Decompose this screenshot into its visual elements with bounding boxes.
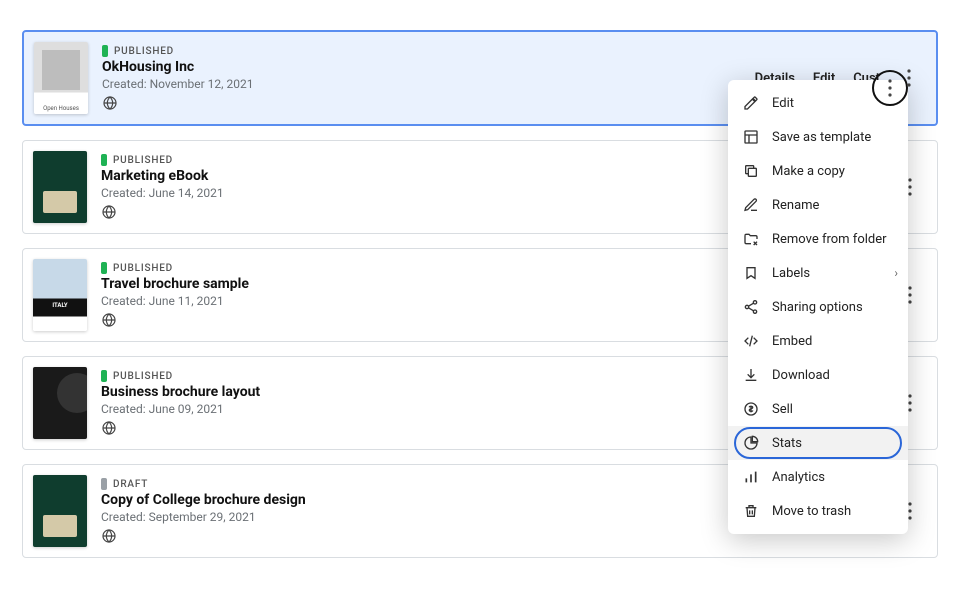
status-label: PUBLISHED [114,46,174,57]
status-label: DRAFT [113,479,148,490]
thumbnail[interactable] [33,475,87,547]
menu-item-label: Sell [772,402,793,417]
publication-title[interactable]: OkHousing Inc [102,59,755,75]
publication-title[interactable]: Travel brochure sample [101,276,756,292]
created-date: Created: June 11, 2021 [101,294,756,308]
stats-icon [742,434,760,452]
created-date: Created: June 09, 2021 [101,402,756,416]
template-icon [742,128,760,146]
status-pill [101,370,107,382]
menu-item-download[interactable]: Download [728,358,908,392]
menu-item-label: Edit [772,96,794,111]
menu-item-label: Stats [772,436,802,451]
status-pill [101,262,107,274]
menu-item-label: Analytics [772,470,825,485]
thumbnail[interactable] [33,367,87,439]
globe-icon [101,420,117,436]
edit-icon [742,94,760,112]
remove-folder-icon [742,230,760,248]
menu-item-copy[interactable]: Make a copy [728,154,908,188]
status-pill [101,154,107,166]
menu-item-analytics[interactable]: Analytics [728,460,908,494]
menu-item-label: Download [772,368,830,383]
analytics-icon [742,468,760,486]
rename-icon [742,196,760,214]
status-pill [102,45,108,57]
menu-item-label: Embed [772,334,812,349]
globe-icon [101,204,117,220]
menu-item-label: Save as template [772,130,871,145]
created-date: Created: June 14, 2021 [101,186,756,200]
publication-title[interactable]: Marketing eBook [101,168,756,184]
row-info: PUBLISHED Travel brochure sample Created… [101,262,756,328]
publication-title[interactable]: Business brochure layout [101,384,756,400]
menu-item-label: Move to trash [772,504,851,519]
row-info: DRAFT Copy of College brochure design Cr… [101,478,756,544]
status-pill [101,478,107,490]
thumbnail[interactable] [34,42,88,114]
embed-icon [742,332,760,350]
thumbnail[interactable] [33,151,87,223]
row-info: PUBLISHED Business brochure layout Creat… [101,370,756,436]
publication-title[interactable]: Copy of College brochure design [101,492,756,508]
menu-item-sell[interactable]: Sell [728,392,908,426]
globe-icon [101,528,117,544]
created-date: Created: September 29, 2021 [101,510,756,524]
menu-item-label: Rename [772,198,819,213]
menu-item-label: Labels [772,266,810,281]
menu-item-trash[interactable]: Move to trash [728,494,908,528]
menu-item-embed[interactable]: Embed [728,324,908,358]
menu-item-edit[interactable]: Edit [728,86,908,120]
sell-icon [742,400,760,418]
menu-item-labels[interactable]: Labels › [728,256,908,290]
labels-icon [742,264,760,282]
menu-item-template[interactable]: Save as template [728,120,908,154]
status-label: PUBLISHED [113,263,173,274]
row-info: PUBLISHED Marketing eBook Created: June … [101,154,756,220]
status-label: PUBLISHED [113,371,173,382]
menu-item-label: Make a copy [772,164,845,179]
context-menu: Edit Save as template Make a copy Rename… [728,80,908,534]
menu-item-label: Sharing options [772,300,863,315]
menu-item-rename[interactable]: Rename [728,188,908,222]
menu-item-remove-folder[interactable]: Remove from folder [728,222,908,256]
share-icon [742,298,760,316]
chevron-right-icon: › [894,266,898,280]
row-info: PUBLISHED OkHousing Inc Created: Novembe… [102,45,755,111]
trash-icon [742,502,760,520]
copy-icon [742,162,760,180]
created-date: Created: November 12, 2021 [102,77,755,91]
menu-item-label: Remove from folder [772,232,887,247]
thumbnail[interactable] [33,259,87,331]
globe-icon [101,312,117,328]
download-icon [742,366,760,384]
menu-item-share[interactable]: Sharing options [728,290,908,324]
menu-item-stats[interactable]: Stats [728,426,908,460]
status-label: PUBLISHED [113,155,173,166]
globe-icon [102,95,118,111]
